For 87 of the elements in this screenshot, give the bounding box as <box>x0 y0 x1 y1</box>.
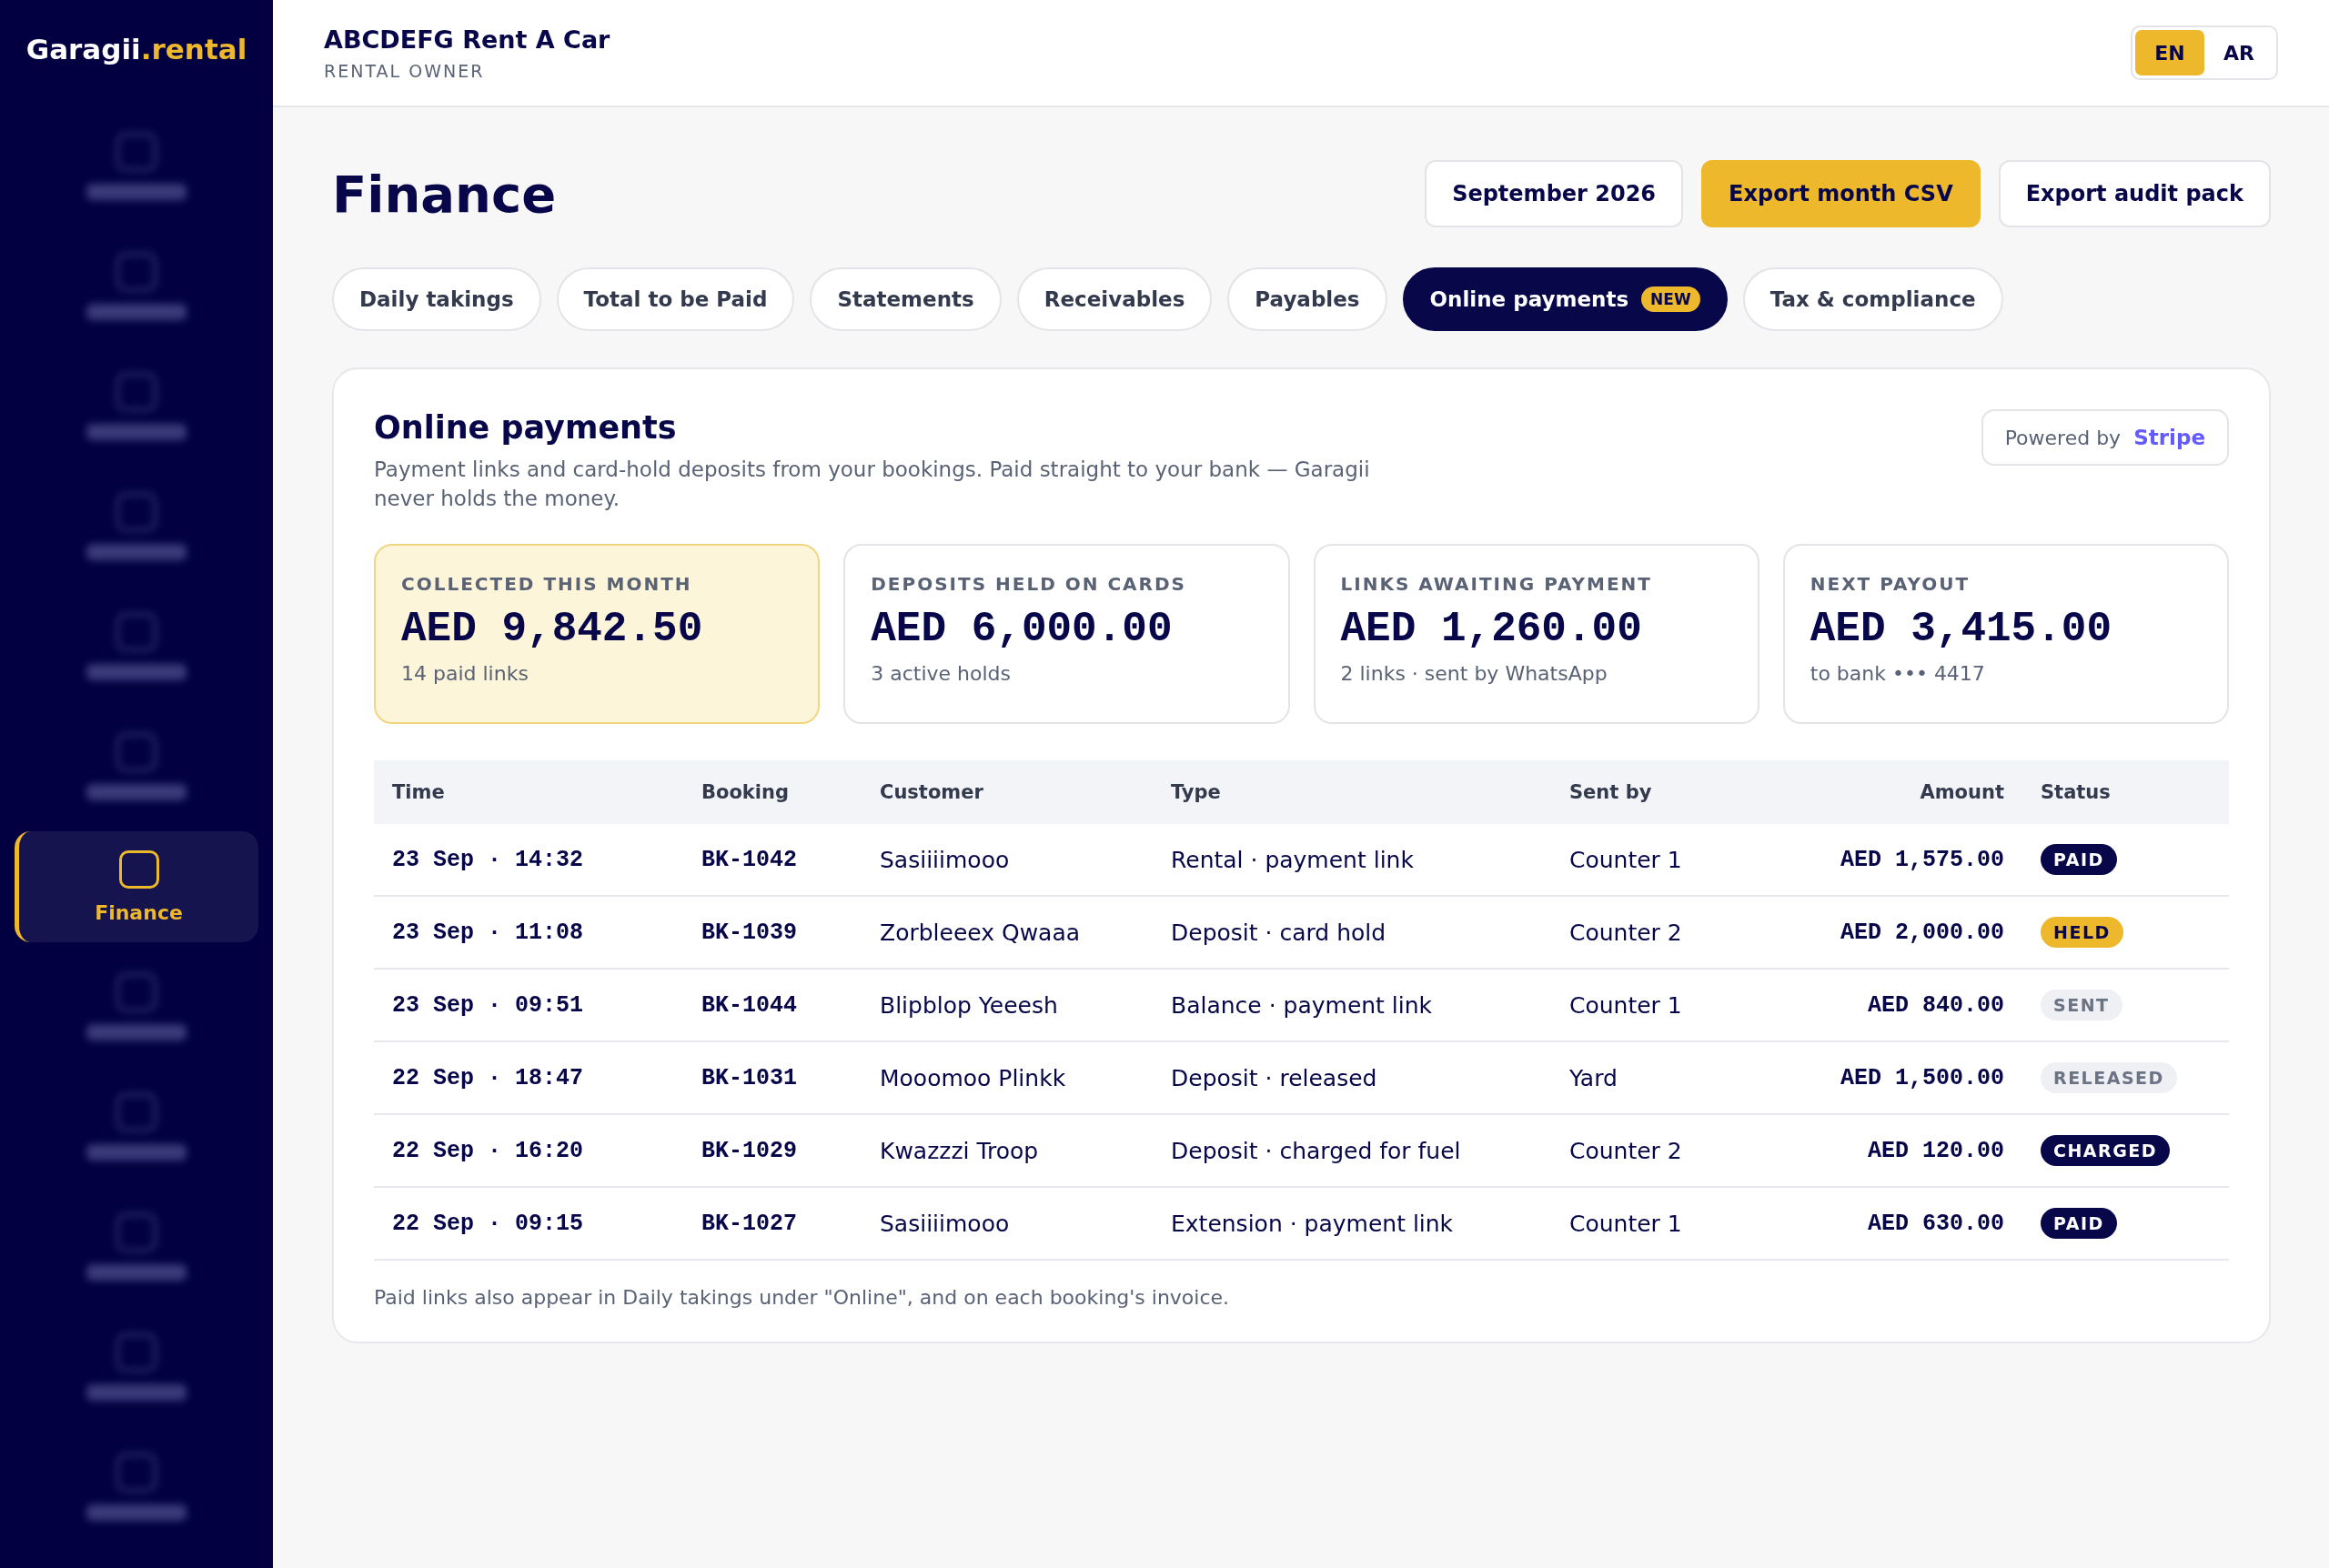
tab[interactable]: Total to be Paid <box>556 267 795 331</box>
table-cell: Sasiiiimooo <box>862 1188 1153 1261</box>
table-cell: Blipblop Yeeesh <box>862 970 1153 1042</box>
panel-title: Online payments <box>374 409 678 446</box>
table-cell: BK-1042 <box>683 824 862 897</box>
column-header: Time <box>374 760 683 824</box>
table-cell: Kwazzzi Troop <box>862 1115 1153 1188</box>
tab[interactable]: Daily takings <box>332 267 541 331</box>
action-button[interactable]: Export month CSV <box>1701 160 1981 227</box>
table-cell: BK-1027 <box>683 1188 862 1261</box>
stat-label: DEPOSITS HELD ON CARDS <box>871 573 1187 595</box>
column-header: Sent by <box>1551 760 1795 824</box>
table-cell: AED 1,500.00 <box>1795 1042 2022 1115</box>
column-header: Type <box>1153 760 1551 824</box>
status-badge: HELD <box>2041 917 2123 948</box>
footnote: Paid links also appear in Daily takings under "Online", and on each booking's invoice. <box>374 1286 1231 1309</box>
table-cell: 23 Sep · 14:32 <box>374 824 683 897</box>
nav-item[interactable]: Finance <box>15 831 258 942</box>
table-cell: AED 1,575.00 <box>1795 824 2022 897</box>
column-header: Booking <box>683 760 862 824</box>
status-badge: RELEASED <box>2041 1062 2177 1093</box>
table-cell: Counter 1 <box>1551 970 1795 1042</box>
nav-label: Finance <box>95 900 183 924</box>
provider-name: Stripe <box>2133 426 2205 449</box>
table-cell: Counter 2 <box>1551 897 1795 970</box>
table-cell: Deposit · card hold <box>1153 897 1551 970</box>
tab[interactable]: Receivables <box>1016 267 1213 331</box>
table-cell: BK-1044 <box>683 970 862 1042</box>
powered-by-label: Powered by <box>2004 426 2122 449</box>
user-role: RENTAL OWNER <box>324 60 486 81</box>
table-cell: Deposit · charged for fuel <box>1153 1115 1551 1188</box>
tab[interactable]: Statements <box>810 267 1002 331</box>
page-title: Finance <box>332 164 557 224</box>
table-cell: 22 Sep · 09:15 <box>374 1188 683 1261</box>
table-cell: Rental · payment link <box>1153 824 1551 897</box>
table-cell: Zorbleeex Qwaaa <box>862 897 1153 970</box>
stat-value: AED 1,260.00 <box>1340 606 1643 653</box>
table-cell: AED 120.00 <box>1795 1115 2022 1188</box>
tab-label: Online payments <box>1429 287 1629 311</box>
action-button[interactable]: September 2026 <box>1425 160 1684 227</box>
table-cell: Extension · payment link <box>1153 1188 1551 1261</box>
table-cell: Balance · payment link <box>1153 970 1551 1042</box>
stat-value: AED 9,842.50 <box>401 606 704 653</box>
panel-description: Payment links and card-hold deposits from your bookings. Paid straight to your bank — Garagii never holds the money. <box>374 457 1371 512</box>
new-badge: NEW <box>1641 286 1700 312</box>
stat-note: 2 links · sent by WhatsApp <box>1340 662 1608 685</box>
stat-note: 3 active holds <box>871 662 1013 685</box>
table-cell: 23 Sep · 11:08 <box>374 897 683 970</box>
table-cell: AED 630.00 <box>1795 1188 2022 1261</box>
status-badge: PAID <box>2041 844 2117 875</box>
language-button[interactable]: AR <box>2204 30 2274 75</box>
tab[interactable]: Tax & compliance <box>1742 267 2003 331</box>
company-name: ABCDEFG Rent A Car <box>324 25 610 54</box>
table-cell: 22 Sep · 18:47 <box>374 1042 683 1115</box>
stat-value: AED 6,000.00 <box>871 606 1174 653</box>
table-cell: AED 840.00 <box>1795 970 2022 1042</box>
table-cell: BK-1029 <box>683 1115 862 1188</box>
tab[interactable]: Online payments NEW <box>1402 267 1728 331</box>
table-cell: Sasiiiimooo <box>862 824 1153 897</box>
table-cell: BK-1039 <box>683 897 862 970</box>
stat-value: AED 3,415.00 <box>1810 606 2112 653</box>
table-cell: 23 Sep · 09:51 <box>374 970 683 1042</box>
table-cell: Counter 1 <box>1551 1188 1795 1261</box>
tab[interactable]: Payables <box>1227 267 1387 331</box>
table-cell: Deposit · released <box>1153 1042 1551 1115</box>
stat-note: to bank ••• 4417 <box>1810 662 1986 685</box>
language-button[interactable]: EN <box>2135 30 2204 75</box>
stat-label: COLLECTED THIS MONTH <box>401 573 693 595</box>
table-cell: BK-1031 <box>683 1042 862 1115</box>
nav-icon <box>118 849 159 889</box>
status-badge: SENT <box>2041 990 2122 1020</box>
table-cell: Mooomoo Plinkk <box>862 1042 1153 1115</box>
column-header: Customer <box>862 760 1153 824</box>
table-cell: AED 2,000.00 <box>1795 897 2022 970</box>
stat-label: NEXT PAYOUT <box>1810 573 1971 595</box>
table-cell: Yard <box>1551 1042 1795 1115</box>
action-button[interactable]: Export audit pack <box>1998 160 2271 227</box>
table-cell: 22 Sep · 16:20 <box>374 1115 683 1188</box>
stat-label: LINKS AWAITING PAYMENT <box>1340 573 1653 595</box>
stat-note: 14 paid links <box>401 662 529 685</box>
brand-logo: Garagii.rental <box>25 33 247 65</box>
column-header: Status <box>2022 760 2229 824</box>
column-header: Amount <box>1795 760 2022 824</box>
status-badge: CHARGED <box>2041 1135 2171 1166</box>
table-cell: Counter 1 <box>1551 824 1795 897</box>
status-badge: PAID <box>2041 1208 2117 1239</box>
table-cell: Counter 2 <box>1551 1115 1795 1188</box>
